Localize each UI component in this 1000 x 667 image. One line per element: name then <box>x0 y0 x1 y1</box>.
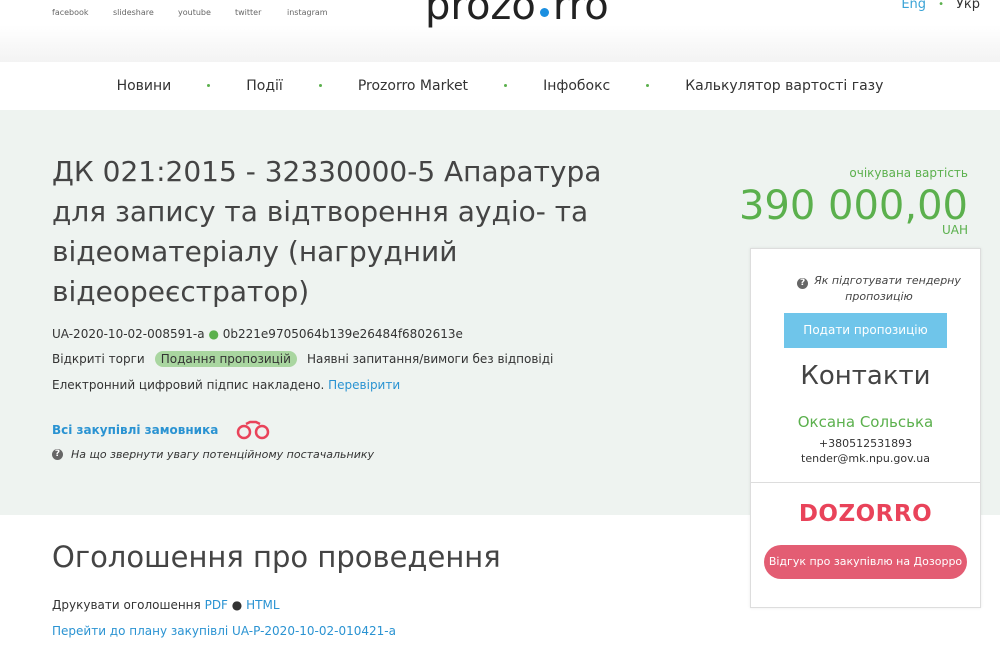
nav-item-infobox[interactable]: Інфобокс <box>543 78 610 94</box>
contact-email: tender@mk.npu.gov.ua <box>801 452 930 465</box>
supplier-attention-label: На що звернути увагу потенційному постач… <box>71 448 375 461</box>
dozorro-review-button[interactable]: Відгук про закупівлю на Дозорро <box>764 545 967 579</box>
tender-title: ДК 021:2015 - 32330000-5 Апаратура для з… <box>52 155 602 308</box>
card-divider <box>751 482 980 483</box>
contact-name: Оксана Сольська <box>797 413 934 431</box>
expected-value-label: очікувана вартість <box>849 166 968 180</box>
nav-item-market[interactable]: Prozorro Market <box>358 78 468 94</box>
tender-side-card: ? Як підготувати тендерну пропозицію Пода… <box>750 248 981 608</box>
tender-id: UA-2020-10-02-008591-a <box>52 327 205 341</box>
all-procurements-label: Всі закупівлі замовника <box>52 423 219 437</box>
how-to-prepare-link[interactable]: ? Як підготувати тендерну пропозицію <box>789 273 969 305</box>
tender-hash: 0b221e9705064b139e26484f6802613e <box>222 327 463 341</box>
submit-proposal-button[interactable]: Подати пропозицію <box>784 313 947 348</box>
print-announcement-line: Друкувати оголошення PDF ● HTML <box>52 598 280 612</box>
announcement-heading: Оголошення про проведення <box>52 540 501 574</box>
how-to-prepare-label: Як підготувати тендерну пропозицію <box>814 274 961 303</box>
print-html-link[interactable]: HTML <box>246 598 279 612</box>
signature-line: Електронний цифровий підпис накладено. П… <box>52 378 400 392</box>
contacts-heading: Контакти <box>800 361 931 391</box>
question-icon: ? <box>52 449 63 460</box>
all-procurements-link[interactable]: Всі закупівлі замовника <box>52 420 270 440</box>
tender-id-line: UA-2020-10-02-008591-a ● 0b221e9705064b1… <box>52 327 463 341</box>
expected-value-currency: UAH <box>941 223 968 237</box>
logo-dot-icon <box>539 7 549 17</box>
nav-item-events[interactable]: Події <box>246 78 283 94</box>
nav-separator-dot <box>207 83 211 87</box>
nav-separator-dot <box>318 83 322 87</box>
verify-signature-link[interactable]: Перевірити <box>328 378 400 392</box>
procedure-type: Відкриті торги <box>52 352 145 366</box>
tender-status-line: Відкриті торги Подання пропозицій Наявні з… <box>52 351 554 367</box>
supplier-attention-link[interactable]: ? На що звернути увагу потенційному пост… <box>52 448 374 461</box>
questions-status: Наявні запитання/вимоги без відповіді <box>306 352 554 366</box>
nav-item-news[interactable]: Новини <box>117 78 172 94</box>
status-badge: Подання пропозицій <box>154 351 297 367</box>
print-pdf-link[interactable]: PDF <box>205 598 228 612</box>
lang-ukr-link[interactable]: Укр <box>956 0 980 12</box>
id-separator-dot: ● <box>208 327 219 341</box>
lang-separator-dot: • <box>938 0 944 10</box>
nav-separator-dot <box>504 83 508 87</box>
nav-separator-dot <box>646 83 650 87</box>
logo-text-left: prozo <box>425 0 536 29</box>
language-switcher: Eng • Укр <box>901 0 980 12</box>
print-label: Друкувати оголошення <box>52 598 201 612</box>
print-separator-dot: ● <box>231 598 243 612</box>
logo-text-right: rro <box>552 0 609 29</box>
question-icon: ? <box>797 278 809 289</box>
main-nav: Новини Події Prozorro Market Інфобокс Ка… <box>0 62 1000 110</box>
dozorro-logo: DOZORRO <box>798 501 933 527</box>
contact-phone: +380512531893 <box>818 437 913 450</box>
nav-item-gas-calculator[interactable]: Калькулятор вартості газу <box>685 78 883 94</box>
procurement-plan-link[interactable]: Перейти до плану закупівлі UA-P-2020-10-… <box>52 624 396 638</box>
top-header: facebook slideshare youtube twitter inst… <box>0 0 1000 62</box>
lang-eng-link[interactable]: Eng <box>901 0 926 12</box>
signature-text: Електронний цифровий підпис накладено. <box>52 378 325 392</box>
expected-value-amount: 390 000,00 <box>738 183 968 229</box>
binoculars-icon <box>237 420 270 440</box>
prozorro-logo[interactable]: prozo rro <box>425 0 609 29</box>
